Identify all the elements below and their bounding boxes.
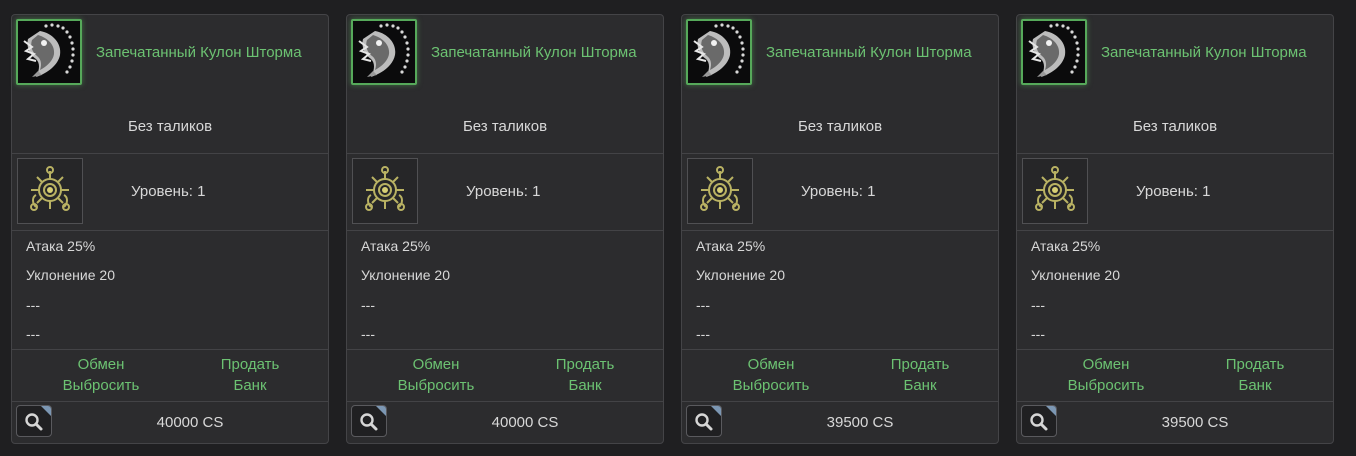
stat-line: Атака 25% — [1031, 238, 1101, 254]
storm-pendant-icon[interactable] — [686, 19, 752, 85]
corner-marker — [376, 406, 386, 416]
search-icon — [687, 413, 721, 436]
price-section: 40000 CS — [12, 402, 328, 445]
item-name[interactable]: Запечатанный Кулон Шторма — [96, 44, 302, 61]
item-level: Уровень: 1 — [131, 183, 206, 200]
card-header: Запечатанный Кулон Шторма — [12, 15, 328, 91]
item-price: 39500 CS — [1161, 414, 1229, 431]
actions-section: Обмен Продать Выбросить Банк — [682, 350, 998, 402]
taliks-status: Без таликов — [127, 118, 213, 135]
stats-section: Атака 25% Уклонение 20 --- --- — [1017, 231, 1333, 350]
stats-section: Атака 25% Уклонение 20 --- --- — [682, 231, 998, 350]
stats-section: Атака 25% Уклонение 20 --- --- — [12, 231, 328, 350]
level-emblem-icon — [352, 158, 418, 224]
search-button[interactable] — [1021, 405, 1057, 437]
stat-line: --- — [1031, 297, 1045, 313]
level-section: Уровень: 1 — [347, 154, 663, 231]
corner-marker — [41, 406, 51, 416]
item-name[interactable]: Запечатанный Кулон Шторма — [1101, 44, 1307, 61]
search-icon — [1022, 413, 1056, 436]
sell-button[interactable]: Продать — [865, 356, 975, 373]
level-emblem-icon — [687, 158, 753, 224]
item-card: Запечатанный Кулон Шторма Без таликов Ур… — [11, 14, 329, 444]
corner-marker — [711, 406, 721, 416]
bank-button[interactable]: Банк — [530, 377, 640, 394]
taliks-status: Без таликов — [462, 118, 548, 135]
level-section: Уровень: 1 — [12, 154, 328, 231]
price-section: 39500 CS — [1017, 402, 1333, 445]
taliks-section: Без таликов — [682, 91, 998, 154]
taliks-status: Без таликов — [797, 118, 883, 135]
drop-button[interactable]: Выбросить — [1051, 377, 1161, 394]
drop-button[interactable]: Выбросить — [46, 377, 156, 394]
exchange-button[interactable]: Обмен — [46, 356, 156, 373]
search-button[interactable] — [686, 405, 722, 437]
item-level: Уровень: 1 — [466, 183, 541, 200]
price-section: 40000 CS — [347, 402, 663, 445]
card-header: Запечатанный Кулон Шторма — [1017, 15, 1333, 91]
search-icon — [17, 413, 51, 436]
sell-button[interactable]: Продать — [195, 356, 305, 373]
stat-line: --- — [696, 326, 710, 342]
level-emblem-icon — [1022, 158, 1088, 224]
stat-line: Атака 25% — [361, 238, 431, 254]
taliks-status: Без таликов — [1132, 118, 1218, 135]
search-button[interactable] — [16, 405, 52, 437]
card-header: Запечатанный Кулон Шторма — [347, 15, 663, 91]
sell-button[interactable]: Продать — [1200, 356, 1310, 373]
bank-button[interactable]: Банк — [865, 377, 975, 394]
item-card: Запечатанный Кулон Шторма Без таликов Ур… — [681, 14, 999, 444]
actions-section: Обмен Продать Выбросить Банк — [347, 350, 663, 402]
item-price: 39500 CS — [826, 414, 894, 431]
search-button[interactable] — [351, 405, 387, 437]
price-section: 39500 CS — [682, 402, 998, 445]
stat-line: Атака 25% — [696, 238, 766, 254]
item-price: 40000 CS — [491, 414, 559, 431]
search-icon — [352, 413, 386, 436]
stat-line: --- — [26, 326, 40, 342]
actions-section: Обмен Продать Выбросить Банк — [12, 350, 328, 402]
exchange-button[interactable]: Обмен — [381, 356, 491, 373]
level-section: Уровень: 1 — [682, 154, 998, 231]
bank-button[interactable]: Банк — [195, 377, 305, 394]
stat-line: --- — [26, 297, 40, 313]
sell-button[interactable]: Продать — [530, 356, 640, 373]
stat-line: Атака 25% — [26, 238, 96, 254]
stat-line: --- — [696, 297, 710, 313]
stat-line: --- — [361, 326, 375, 342]
bank-button[interactable]: Банк — [1200, 377, 1310, 394]
stat-line: Уклонение 20 — [361, 267, 450, 283]
level-section: Уровень: 1 — [1017, 154, 1333, 231]
card-header: Запечатанный Кулон Шторма — [682, 15, 998, 91]
item-name[interactable]: Запечатанный Кулон Шторма — [431, 44, 637, 61]
item-name[interactable]: Запечатанный Кулон Шторма — [766, 44, 972, 61]
taliks-section: Без таликов — [12, 91, 328, 154]
stat-line: Уклонение 20 — [1031, 267, 1120, 283]
stat-line: Уклонение 20 — [26, 267, 115, 283]
exchange-button[interactable]: Обмен — [1051, 356, 1161, 373]
storm-pendant-icon[interactable] — [1021, 19, 1087, 85]
stat-line: --- — [361, 297, 375, 313]
drop-button[interactable]: Выбросить — [716, 377, 826, 394]
level-emblem-icon — [17, 158, 83, 224]
item-level: Уровень: 1 — [801, 183, 876, 200]
corner-marker — [1046, 406, 1056, 416]
stats-section: Атака 25% Уклонение 20 --- --- — [347, 231, 663, 350]
stat-line: --- — [1031, 326, 1045, 342]
storm-pendant-icon[interactable] — [351, 19, 417, 85]
item-card: Запечатанный Кулон Шторма Без таликов Ур… — [346, 14, 664, 444]
exchange-button[interactable]: Обмен — [716, 356, 826, 373]
actions-section: Обмен Продать Выбросить Банк — [1017, 350, 1333, 402]
item-level: Уровень: 1 — [1136, 183, 1211, 200]
item-card: Запечатанный Кулон Шторма Без таликов Ур… — [1016, 14, 1334, 444]
storm-pendant-icon[interactable] — [16, 19, 82, 85]
taliks-section: Без таликов — [1017, 91, 1333, 154]
drop-button[interactable]: Выбросить — [381, 377, 491, 394]
item-price: 40000 CS — [156, 414, 224, 431]
stat-line: Уклонение 20 — [696, 267, 785, 283]
taliks-section: Без таликов — [347, 91, 663, 154]
